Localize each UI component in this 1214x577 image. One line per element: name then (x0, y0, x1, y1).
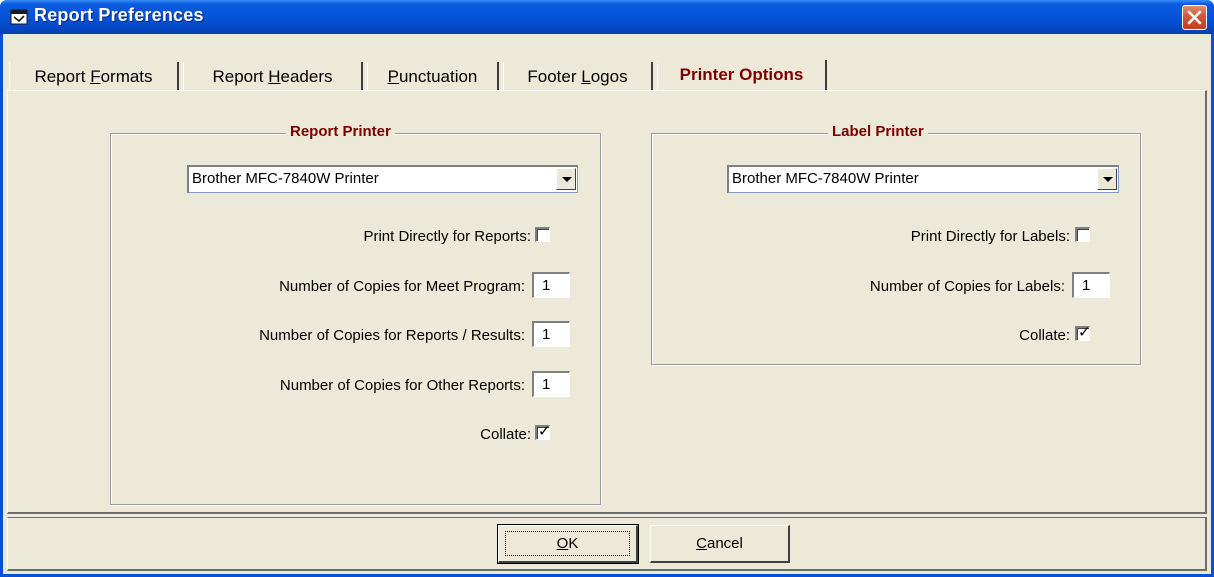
label-collate-checkbox[interactable]: ✓ (1075, 324, 1091, 341)
tab-label-prefix: Report (212, 67, 269, 86)
chevron-down-icon[interactable] (556, 168, 576, 190)
label-collate-label: Collate: (1019, 327, 1070, 344)
app-window-icon (10, 9, 28, 25)
tab-label-prefix: Report (34, 67, 91, 86)
tab-label-suffix: ormats (100, 67, 153, 86)
cancel-label: ancel (706, 535, 743, 552)
focus-rect (505, 531, 630, 556)
label-printer-select[interactable]: Brother MFC-7840W Printer (727, 165, 1119, 193)
title-bar[interactable]: Report Preferences (0, 0, 1214, 34)
dialog-client-area: Report Formats Report Headers Punctuatio… (3, 34, 1211, 574)
tab-label-suffix: unctuation (398, 67, 478, 86)
tab-report-headers[interactable]: Report Headers (183, 62, 363, 90)
reports-results-copies-input[interactable]: 1 (532, 321, 570, 347)
meet-program-copies-label: Number of Copies for Meet Program: (279, 278, 525, 295)
label-printer-group: Label Printer Brother MFC-7840W Printer … (651, 123, 1141, 365)
check-icon: ✓ (1078, 324, 1091, 341)
close-button[interactable] (1182, 5, 1207, 30)
cancel-button[interactable]: Cancel (650, 525, 790, 563)
cancel-accel: C (696, 535, 707, 552)
chevron-down-icon[interactable] (1097, 168, 1117, 190)
print-directly-labels-checkbox[interactable] (1075, 227, 1090, 242)
label-printer-group-title: Label Printer (828, 123, 928, 140)
other-reports-copies-label: Number of Copies for Other Reports: (279, 377, 525, 394)
print-directly-labels-label: Print Directly for Labels: (910, 228, 1070, 245)
report-collate-label: Collate: (480, 426, 531, 443)
tab-footer-logos[interactable]: Footer Logos (503, 62, 653, 90)
tab-label-suffix: eaders (280, 67, 333, 86)
report-printer-selected: Brother MFC-7840W Printer (192, 170, 379, 187)
report-printer-group-title: Report Printer (286, 123, 395, 140)
tab-printer-options[interactable]: Printer Options (657, 60, 827, 90)
print-directly-reports-checkbox[interactable] (535, 227, 550, 242)
labels-copies-label: Number of Copies for Labels: (869, 278, 1065, 295)
tab-panel-printer-options: Report Printer Brother MFC-7840W Printer… (7, 90, 1207, 514)
tab-label: Printer Options (679, 65, 804, 84)
close-icon (1187, 10, 1202, 25)
tab-label-prefix: Footer (527, 67, 582, 86)
dialog-title: Report Preferences (34, 5, 204, 25)
label-printer-selected: Brother MFC-7840W Printer (732, 170, 919, 187)
reports-results-copies-label: Number of Copies for Reports / Results: (259, 327, 525, 344)
tab-label-accel: H (268, 67, 281, 86)
print-directly-reports-label: Print Directly for Reports: (363, 228, 531, 245)
other-reports-copies-input[interactable]: 1 (532, 371, 570, 397)
tab-label-accel: L (581, 67, 591, 86)
report-collate-checkbox[interactable]: ✓ (535, 423, 551, 440)
ok-button[interactable]: OK (497, 524, 639, 564)
labels-copies-input[interactable]: 1 (1072, 272, 1110, 298)
tab-report-formats[interactable]: Report Formats (9, 62, 179, 90)
button-bar: OK Cancel (7, 517, 1207, 571)
tab-label-suffix: ogos (590, 67, 628, 86)
report-printer-group: Report Printer Brother MFC-7840W Printer… (110, 123, 601, 505)
tab-punctuation[interactable]: Punctuation (367, 62, 499, 90)
tab-label-accel: P (387, 67, 399, 86)
tab-label-accel: F (90, 67, 101, 86)
dialog-window: Report Preferences Report Formats Report… (0, 0, 1214, 577)
report-printer-select[interactable]: Brother MFC-7840W Printer (187, 165, 578, 193)
check-icon: ✓ (538, 423, 551, 440)
meet-program-copies-input[interactable]: 1 (532, 272, 570, 298)
